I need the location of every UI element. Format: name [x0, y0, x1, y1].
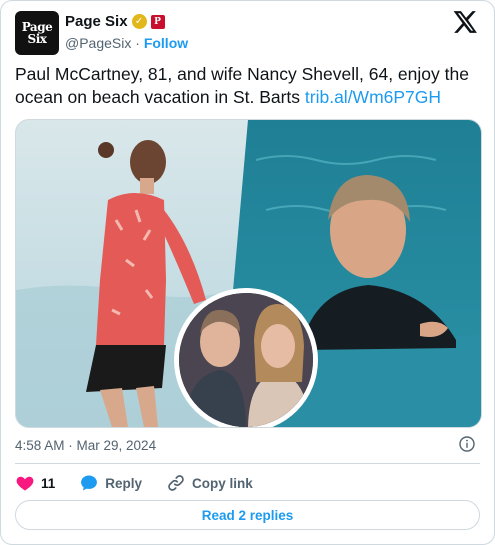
author-handle-row: @PageSix · Follow	[65, 35, 188, 51]
action-bar: 11 Reply Copy link	[15, 471, 277, 495]
tweet-link[interactable]: trib.al/Wm6P7GH	[305, 87, 441, 107]
divider	[15, 463, 480, 464]
copy-link-label: Copy link	[192, 475, 253, 491]
author-name-row[interactable]: Page Six ✓ P	[65, 13, 165, 30]
reply-bubble-icon	[81, 475, 98, 491]
inset-portrait	[174, 288, 318, 427]
avatar[interactable]: Page Six	[15, 11, 59, 55]
reply-label: Reply	[105, 475, 143, 491]
copy-link-button[interactable]: Copy link	[166, 473, 253, 493]
author-handle[interactable]: @PageSix	[65, 35, 131, 51]
separator-dot: ·	[135, 35, 140, 51]
tweet-photo[interactable]	[15, 119, 482, 428]
tweet-text: Paul McCartney, 81, and wife Nancy Sheve…	[15, 63, 483, 109]
tweet-card: Page Six Page Six ✓ P @PageSix · Follow …	[0, 0, 495, 545]
like-count: 11	[41, 475, 56, 491]
affiliate-badge-icon: P	[150, 14, 165, 29]
reply-button[interactable]: Reply	[79, 473, 142, 493]
link-icon	[168, 475, 184, 491]
heart-icon	[16, 476, 34, 491]
info-icon[interactable]	[459, 436, 475, 452]
avatar-text-bottom: Six	[27, 32, 47, 46]
verified-badge-icon: ✓	[131, 14, 147, 29]
tweet-timestamp[interactable]: 4:58 AM · Mar 29, 2024	[15, 438, 156, 453]
author-name[interactable]: Page Six	[65, 13, 128, 30]
x-logo-icon[interactable]	[452, 9, 478, 35]
read-replies-button[interactable]: Read 2 replies	[15, 500, 480, 530]
beach-photo-collage	[16, 120, 481, 427]
like-button[interactable]: 11	[15, 473, 55, 493]
follow-button[interactable]: Follow	[144, 35, 188, 51]
